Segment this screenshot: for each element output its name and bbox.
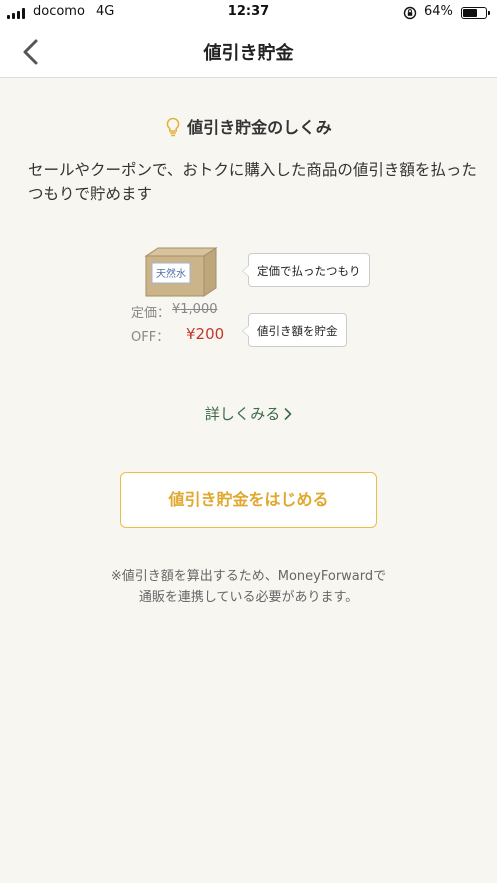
section-heading: 値引き貯金のしくみ bbox=[0, 114, 497, 138]
list-price-label: 定価： bbox=[131, 306, 171, 321]
lightbulb-icon bbox=[166, 117, 180, 137]
list-price-value: ¥1,000 bbox=[172, 302, 218, 317]
box-label: 天然水 bbox=[156, 267, 186, 280]
start-savings-button[interactable]: 値引き貯金をはじめる bbox=[120, 472, 377, 528]
details-link[interactable]: 詳しくみる bbox=[0, 403, 497, 424]
navigation-bar: 値引き貯金 bbox=[0, 26, 497, 78]
off-value: ¥200 bbox=[186, 325, 225, 343]
battery-icon bbox=[461, 7, 490, 19]
status-bar: docomo 4G 12:37 64% bbox=[0, 0, 497, 26]
speech-bubble-savings: 値引き額を貯金 bbox=[242, 313, 347, 347]
requirement-note-line-1: ※値引き額を算出するため、MoneyForwardで bbox=[110, 569, 387, 584]
off-label: OFF： bbox=[131, 330, 170, 345]
rotation-lock-icon bbox=[403, 6, 417, 20]
requirement-note-line-2: 通販を連携している必要があります。 bbox=[138, 590, 359, 605]
status-time: 12:37 bbox=[227, 4, 270, 19]
battery-percentage: 64% bbox=[424, 4, 453, 19]
speech-bubble-list-price: 定価で払ったつもり bbox=[242, 253, 370, 287]
page-title: 値引き貯金 bbox=[203, 43, 294, 64]
cardboard-box-illustration: 天然水 bbox=[144, 247, 218, 297]
details-link-label: 詳しくみる bbox=[204, 405, 281, 423]
section-description: セールやクーポンで、おトクに購入した商品の値引き額を払ったつもりで貯めます bbox=[28, 161, 477, 203]
chevron-right-icon bbox=[284, 408, 292, 420]
section-heading-text: 値引き貯金のしくみ bbox=[187, 118, 332, 137]
requirement-note: ※値引き額を算出するため、MoneyForwardで 通販を連携している必要があ… bbox=[0, 566, 497, 608]
